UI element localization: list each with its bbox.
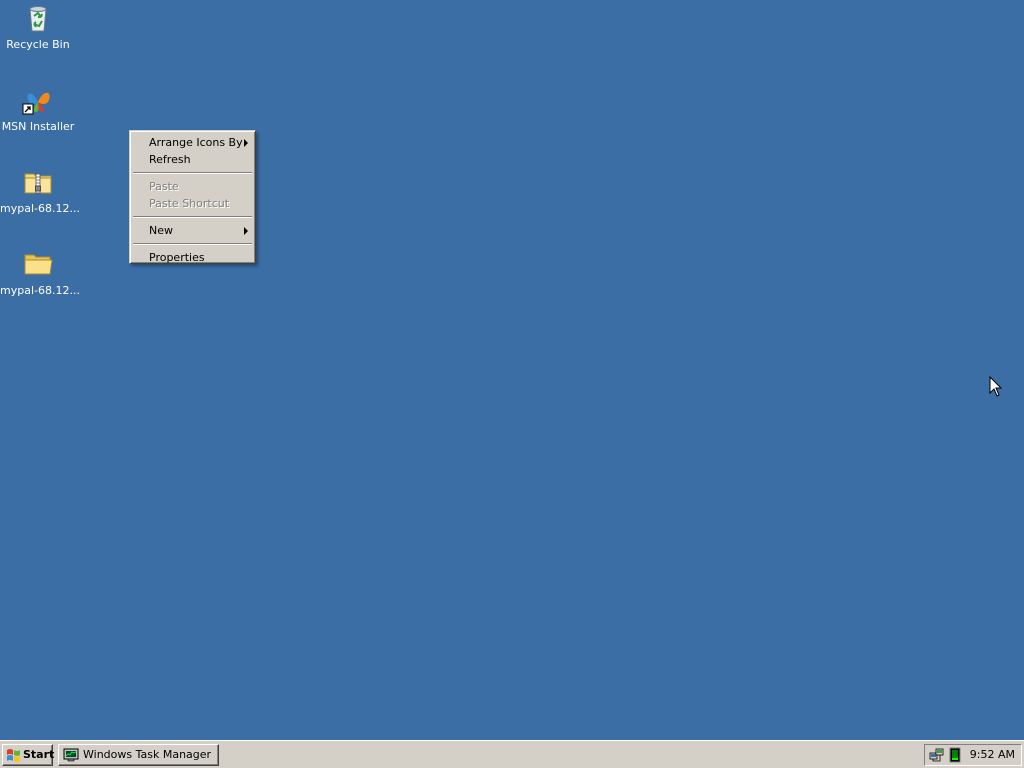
folder-icon <box>22 248 54 280</box>
menu-separator <box>133 243 252 245</box>
menu-separator <box>133 216 252 218</box>
menu-item-label: Paste Shortcut <box>149 197 230 210</box>
start-button[interactable]: Start <box>2 744 55 766</box>
menu-item-new[interactable]: New <box>132 222 253 239</box>
menu-item-arrange-icons-by[interactable]: Arrange Icons By <box>132 134 253 151</box>
submenu-arrow-icon <box>244 139 248 147</box>
recycle-bin-icon <box>22 2 54 34</box>
menu-item-label: Properties <box>149 251 205 264</box>
cpu-usage-icon[interactable] <box>947 747 963 763</box>
desktop-icon-msn-installer[interactable]: MSN Installer <box>0 84 76 133</box>
desktop-icon-label: MSN Installer <box>1 120 75 133</box>
zip-folder-icon <box>22 166 54 198</box>
system-tray: 9:52 AM <box>924 744 1022 766</box>
menu-item-label: Paste <box>149 180 179 193</box>
menu-item-properties[interactable]: Properties <box>132 249 253 266</box>
menu-item-label: Arrange Icons By <box>149 136 243 149</box>
network-icon[interactable] <box>929 747 945 763</box>
menu-item-paste-shortcut: Paste Shortcut <box>132 195 253 212</box>
clock[interactable]: 9:52 AM <box>970 745 1015 765</box>
mouse-pointer-icon <box>989 376 1003 397</box>
taskbar: Start Windows Task Manager 9:52 AM <box>0 740 1024 768</box>
task-manager-icon <box>63 748 79 762</box>
taskbar-button-task-manager[interactable]: Windows Task Manager <box>58 744 219 766</box>
desktop-icon-mypal-zip[interactable]: mypal-68.12... <box>0 166 80 215</box>
menu-item-label: Refresh <box>149 153 191 166</box>
start-label: Start <box>23 748 55 761</box>
desktop-icon-label: mypal-68.12... <box>0 202 80 215</box>
desktop-icon-label: Recycle Bin <box>6 38 70 51</box>
desktop-icon-recycle-bin[interactable]: Recycle Bin <box>0 2 76 51</box>
desktop-icon-mypal-folder[interactable]: mypal-68.12... <box>0 248 80 297</box>
msn-butterfly-icon <box>22 84 54 116</box>
desktop[interactable]: Recycle Bin MSN Installer mypal-68.12...… <box>0 0 1024 740</box>
submenu-arrow-icon <box>244 227 248 235</box>
desktop-icon-label: mypal-68.12... <box>0 284 80 297</box>
windows-flag-icon <box>7 749 20 762</box>
menu-item-paste: Paste <box>132 178 253 195</box>
menu-item-label: New <box>149 224 173 237</box>
desktop-context-menu: Arrange Icons By Refresh Paste Paste Sho… <box>129 130 256 264</box>
menu-separator <box>133 172 252 174</box>
menu-item-refresh[interactable]: Refresh <box>132 151 253 168</box>
taskbar-button-label: Windows Task Manager <box>83 748 212 761</box>
